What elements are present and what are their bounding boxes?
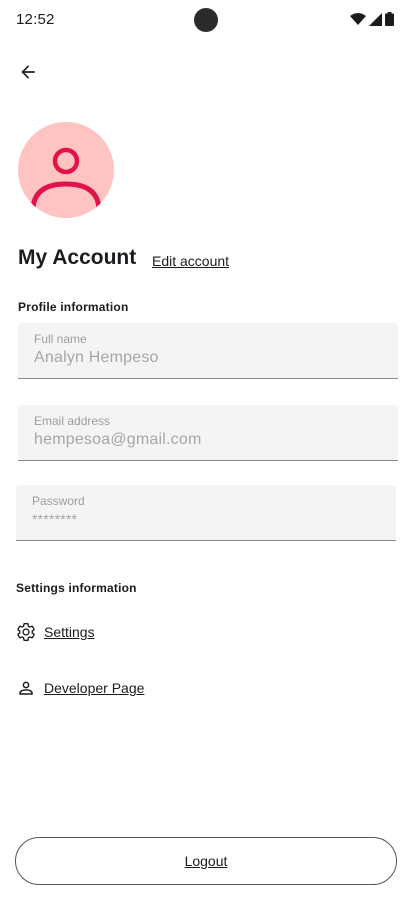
full-name-value: Analyn Hempeso [34, 349, 159, 366]
arrow-left-icon [21, 65, 35, 79]
gear-icon [16, 622, 36, 642]
wifi-icon [350, 13, 366, 25]
person-outline-icon [16, 678, 36, 698]
password-field[interactable]: Password ******** [16, 485, 396, 541]
status-time: 12:52 [16, 11, 55, 28]
status-bar: 12:52 [0, 0, 412, 40]
full-name-field[interactable]: Full name Analyn Hempeso [18, 323, 398, 379]
developer-page-link[interactable]: Developer Page [16, 678, 144, 698]
avatar [18, 122, 114, 218]
settings-link[interactable]: Settings [16, 622, 95, 642]
settings-information-heading: Settings information [16, 581, 137, 595]
email-label: Email address [34, 414, 111, 428]
password-label: Password [32, 494, 85, 508]
profile-information-heading: Profile information [18, 300, 129, 314]
camera-cutout [194, 8, 218, 32]
back-button[interactable] [14, 58, 42, 86]
signal-icon [369, 12, 382, 26]
person-icon [30, 147, 102, 209]
logout-button[interactable]: Logout [15, 837, 397, 885]
email-value: hempesoa@gmail.com [34, 431, 202, 448]
battery-icon [385, 12, 394, 26]
email-field[interactable]: Email address hempesoa@gmail.com [18, 405, 398, 461]
settings-link-label: Settings [44, 624, 95, 640]
status-icons [350, 12, 394, 26]
edit-account-link[interactable]: Edit account [152, 253, 229, 269]
password-value: ******** [32, 511, 78, 527]
page-title: My Account [18, 246, 137, 269]
logout-label: Logout [184, 853, 228, 869]
developer-page-label: Developer Page [44, 680, 145, 696]
full-name-label: Full name [34, 332, 87, 346]
